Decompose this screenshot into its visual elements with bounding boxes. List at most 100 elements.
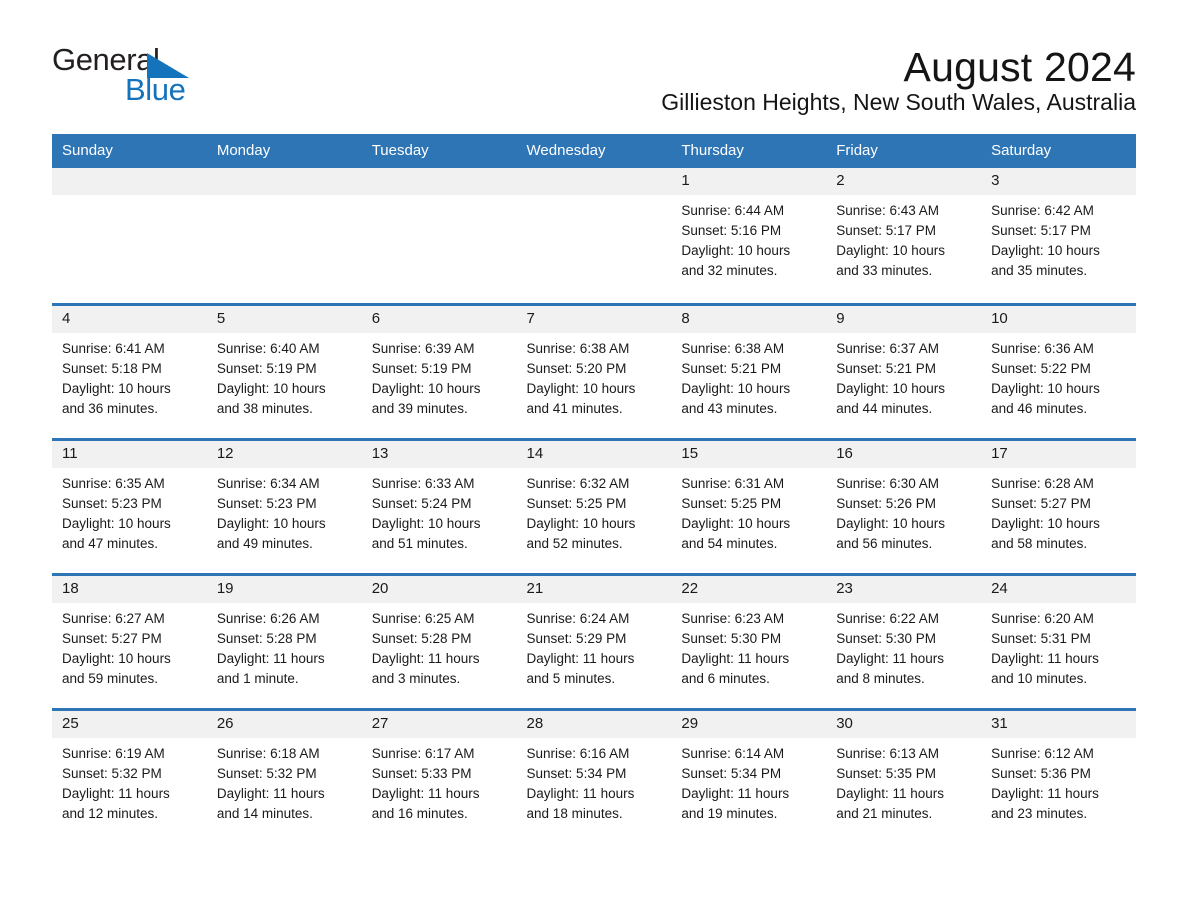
sunrise-time: Sunrise: 6:26 AM (216, 611, 320, 627)
sunset-time: Sunset: 5:25 PM (526, 496, 627, 512)
sunset-time: Sunset: 5:29 PM (526, 631, 627, 647)
sunset-time: Sunset: 5:35 PM (836, 766, 937, 782)
daylight-duration-line2: and 16 minutes. (371, 806, 468, 822)
day-number (52, 168, 207, 196)
calendar-day-cell[interactable]: 27 Sunrise: 6:17 AM Sunset: 5:33 PM Dayligh… (361, 708, 517, 844)
day-number: 11 (52, 441, 207, 469)
calendar-day-cell[interactable]: 5 Sunrise: 6:40 AM Sunset: 5:19 PM Daylight… (206, 303, 362, 439)
day-details: Sunrise: 6:17 AM Sunset: 5:33 PM Daylight:… (362, 738, 517, 824)
day-number: 14 (516, 441, 672, 469)
sunrise-time: Sunrise: 6:25 AM (371, 611, 475, 627)
sunset-time: Sunset: 5:21 PM (681, 361, 782, 377)
calendar-week-row: 18 Sunrise: 6:27 AM Sunset: 5:27 PM Dayligh… (52, 573, 1136, 709)
calendar-day-cell[interactable]: 16 Sunrise: 6:30 AM Sunset: 5:26 PM Dayligh… (826, 438, 982, 574)
calendar-day-cell[interactable]: 26 Sunrise: 6:18 AM Sunset: 5:32 PM Dayligh… (206, 708, 362, 844)
day-details: Sunrise: 6:36 AM Sunset: 5:22 PM Daylight:… (981, 333, 1136, 419)
calendar-day-cell[interactable]: 2 Sunrise: 6:43 AM Sunset: 5:17 PM Daylight… (826, 168, 982, 304)
sunset-time: Sunset: 5:28 PM (216, 631, 317, 647)
calendar-day-cell[interactable]: 31 Sunrise: 6:12 AM Sunset: 5:36 PM Dayligh… (981, 708, 1136, 844)
calendar-day-cell[interactable]: 8 Sunrise: 6:38 AM Sunset: 5:21 PM Daylight… (671, 303, 827, 439)
calendar-day-cell[interactable]: 3 Sunrise: 6:42 AM Sunset: 5:17 PM Daylight… (981, 168, 1136, 304)
sunset-time: Sunset: 5:32 PM (216, 766, 317, 782)
calendar-day-cell[interactable]: 4 Sunrise: 6:41 AM Sunset: 5:18 PM Daylight… (52, 303, 207, 439)
calendar-day-cell[interactable]: 9 Sunrise: 6:37 AM Sunset: 5:21 PM Daylight… (826, 303, 982, 439)
daylight-duration-line2: and 38 minutes. (216, 401, 313, 417)
sunset-time: Sunset: 5:25 PM (681, 496, 782, 512)
daylight-duration-line1: Daylight: 11 hours (216, 651, 325, 667)
day-number: 21 (516, 576, 672, 604)
calendar-day-cell[interactable]: 11 Sunrise: 6:35 AM Sunset: 5:23 PM Dayligh… (52, 438, 207, 574)
calendar-day-cell[interactable]: 17 Sunrise: 6:28 AM Sunset: 5:27 PM Dayligh… (981, 438, 1136, 574)
calendar-day-cell[interactable]: 23 Sunrise: 6:22 AM Sunset: 5:30 PM Dayligh… (826, 573, 982, 709)
daylight-duration-line2: and 36 minutes. (62, 401, 159, 417)
sunrise-time: Sunrise: 6:38 AM (526, 341, 630, 357)
daylight-duration-line2: and 12 minutes. (62, 806, 159, 822)
sunset-time: Sunset: 5:17 PM (991, 223, 1091, 239)
day-number: 10 (981, 306, 1136, 334)
day-number (206, 168, 362, 196)
calendar-week-row: 25 Sunrise: 6:19 AM Sunset: 5:32 PM Dayligh… (52, 708, 1136, 844)
daylight-duration-line2: and 54 minutes. (681, 536, 778, 552)
calendar-day-cell[interactable]: 28 Sunrise: 6:16 AM Sunset: 5:34 PM Dayligh… (516, 708, 672, 844)
sunrise-time: Sunrise: 6:18 AM (216, 746, 320, 762)
sunset-time: Sunset: 5:30 PM (836, 631, 937, 647)
daylight-duration-line1: Daylight: 10 hours (681, 243, 791, 259)
day-details: Sunrise: 6:14 AM Sunset: 5:34 PM Daylight:… (671, 738, 826, 824)
general-blue-logo[interactable]: General Blue (52, 44, 212, 106)
daylight-duration-line2: and 33 minutes. (836, 263, 933, 279)
day-details: Sunrise: 6:34 AM Sunset: 5:23 PM Daylight:… (207, 468, 362, 554)
calendar-day-cell[interactable]: 21 Sunrise: 6:24 AM Sunset: 5:29 PM Dayligh… (516, 573, 672, 709)
calendar-head: Sunday Monday Tuesday Wednesday Thursday… (52, 134, 1136, 169)
calendar-day-cell[interactable]: 10 Sunrise: 6:36 AM Sunset: 5:22 PM Dayligh… (981, 303, 1136, 439)
daylight-duration-line1: Daylight: 10 hours (836, 243, 946, 259)
day-number: 25 (52, 711, 207, 739)
day-details: Sunrise: 6:27 AM Sunset: 5:27 PM Daylight:… (52, 603, 207, 689)
sunset-time: Sunset: 5:36 PM (991, 766, 1091, 782)
daylight-duration-line1: Daylight: 10 hours (216, 381, 326, 397)
calendar-day-cell[interactable]: 7 Sunrise: 6:38 AM Sunset: 5:20 PM Daylight… (516, 303, 672, 439)
calendar-day-cell[interactable]: 25 Sunrise: 6:19 AM Sunset: 5:32 PM Dayligh… (52, 708, 207, 844)
daylight-duration-line2: and 21 minutes. (836, 806, 933, 822)
weekday-header-wednesday: Wednesday (516, 134, 672, 169)
calendar-day-cell[interactable]: 20 Sunrise: 6:25 AM Sunset: 5:28 PM Dayligh… (361, 573, 517, 709)
calendar-day-cell[interactable]: 24 Sunrise: 6:20 AM Sunset: 5:31 PM Dayligh… (981, 573, 1136, 709)
daylight-duration-line2: and 14 minutes. (216, 806, 313, 822)
sunrise-time: Sunrise: 6:40 AM (216, 341, 320, 357)
daylight-duration-line1: Daylight: 10 hours (681, 516, 791, 532)
calendar-day-cell[interactable]: 22 Sunrise: 6:23 AM Sunset: 5:30 PM Dayligh… (671, 573, 827, 709)
sunrise-time: Sunrise: 6:44 AM (681, 203, 785, 219)
sunset-time: Sunset: 5:32 PM (62, 766, 162, 782)
day-details: Sunrise: 6:12 AM Sunset: 5:36 PM Daylight:… (981, 738, 1136, 824)
weekday-header-monday: Monday (206, 134, 362, 169)
calendar-day-cell[interactable]: 18 Sunrise: 6:27 AM Sunset: 5:27 PM Dayligh… (52, 573, 207, 709)
calendar-day-cell[interactable]: 13 Sunrise: 6:33 AM Sunset: 5:24 PM Dayligh… (361, 438, 517, 574)
daylight-duration-line2: and 56 minutes. (836, 536, 933, 552)
daylight-duration-line2: and 19 minutes. (681, 806, 778, 822)
daylight-duration-line2: and 5 minutes. (526, 671, 616, 687)
daylight-duration-line1: Daylight: 10 hours (371, 381, 481, 397)
sunrise-time: Sunrise: 6:12 AM (991, 746, 1094, 762)
calendar-day-cell[interactable]: 19 Sunrise: 6:26 AM Sunset: 5:28 PM Dayligh… (206, 573, 362, 709)
sunset-time: Sunset: 5:34 PM (526, 766, 627, 782)
calendar-day-cell[interactable]: 15 Sunrise: 6:31 AM Sunset: 5:25 PM Dayligh… (671, 438, 827, 574)
sunrise-time: Sunrise: 6:35 AM (62, 476, 165, 492)
sunset-time: Sunset: 5:31 PM (991, 631, 1091, 647)
day-number: 7 (516, 306, 672, 334)
calendar-day-cell[interactable]: 1 Sunrise: 6:44 AM Sunset: 5:16 PM Daylight… (671, 168, 827, 304)
day-number: 6 (361, 306, 517, 334)
daylight-duration-line1: Daylight: 11 hours (371, 651, 480, 667)
calendar-day-cell[interactable]: 30 Sunrise: 6:13 AM Sunset: 5:35 PM Dayligh… (826, 708, 982, 844)
location-subtitle: Gillieston Heights, New South Wales, Aus… (661, 89, 1136, 115)
daylight-duration-line2: and 46 minutes. (991, 401, 1088, 417)
sunrise-time: Sunrise: 6:22 AM (836, 611, 940, 627)
sunset-time: Sunset: 5:19 PM (371, 361, 472, 377)
day-details: Sunrise: 6:23 AM Sunset: 5:30 PM Daylight:… (671, 603, 826, 689)
calendar-day-cell[interactable]: 6 Sunrise: 6:39 AM Sunset: 5:19 PM Daylight… (361, 303, 517, 439)
calendar-day-cell[interactable]: 14 Sunrise: 6:32 AM Sunset: 5:25 PM Dayligh… (516, 438, 672, 574)
calendar-table: Sunday Monday Tuesday Wednesday Thursday… (52, 134, 1136, 844)
calendar-week-row: 1 Sunrise: 6:44 AM Sunset: 5:16 PM Daylight… (52, 168, 1136, 304)
calendar-day-cell[interactable]: 12 Sunrise: 6:34 AM Sunset: 5:23 PM Dayligh… (206, 438, 362, 574)
day-number: 9 (826, 306, 982, 334)
calendar-day-cell[interactable]: 29 Sunrise: 6:14 AM Sunset: 5:34 PM Dayligh… (671, 708, 827, 844)
daylight-duration-line2: and 43 minutes. (681, 401, 778, 417)
